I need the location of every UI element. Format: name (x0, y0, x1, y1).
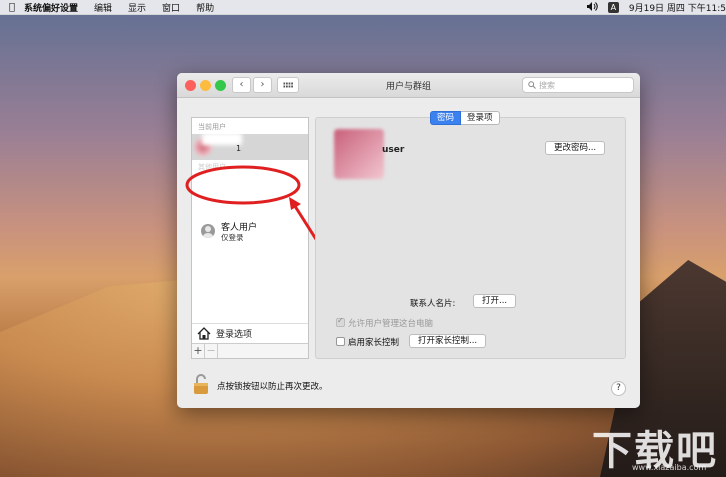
search-field[interactable] (522, 77, 634, 93)
help-button[interactable]: ? (611, 381, 626, 396)
current-user-row[interactable]: 1 (192, 133, 308, 160)
title-bar: ‹ › 用户与群组 (177, 73, 640, 98)
other-users-label: 其他用户 (198, 163, 226, 171)
detail-tabs: 密码 登录项 (430, 111, 500, 125)
guest-user-subtitle: 仅登录 (221, 233, 244, 242)
current-users-label: 当前用户 (198, 123, 226, 131)
allow-admin-checkbox[interactable] (336, 316, 345, 327)
add-user-button[interactable]: + (192, 344, 205, 358)
open-parental-controls-button[interactable]: 打开家长控制... (409, 334, 487, 348)
parental-controls-checkbox[interactable] (336, 337, 345, 346)
parental-controls-label: 启用家长控制 (348, 338, 400, 348)
guest-avatar-icon (201, 224, 215, 238)
menu-help[interactable]: 帮助 (196, 1, 214, 14)
search-input[interactable] (539, 80, 629, 90)
lock-icon[interactable] (193, 373, 209, 395)
window-footer: 点按锁按钮以防止再次更改。 ? (177, 368, 640, 408)
watermark-url: www.xiazaiba.com (632, 463, 707, 472)
tab-password[interactable]: 密码 (430, 111, 462, 125)
menu-clock[interactable]: 9月19日 周四 下午11:5 (629, 1, 726, 14)
user-list: 当前用户 1 其他用户 客人用户 仅登录 登录选项 + − (191, 117, 309, 359)
search-icon (528, 81, 536, 89)
allow-admin-label: 允许用户管理这台电脑 (348, 319, 434, 329)
menu-window[interactable]: 窗口 (162, 1, 180, 14)
lock-hint-text: 点按锁按钮以防止再次更改。 (217, 382, 328, 392)
menu-app-name[interactable]: 系统偏好设置 (24, 1, 78, 14)
house-icon (197, 327, 211, 340)
menu-bar:  系统偏好设置 编辑 显示 窗口 帮助 A 9月19日 周四 下午11:5 (0, 0, 726, 15)
menu-view[interactable]: 显示 (128, 1, 146, 14)
user-picture[interactable] (334, 129, 384, 179)
login-options-label: 登录选项 (216, 330, 253, 340)
menu-extras: A 9月19日 周四 下午11:5 (577, 0, 726, 15)
users-groups-window: ‹ › 用户与群组 当前用户 1 其他用户 客人用户 仅登录 登录选项 + − (177, 73, 640, 408)
remove-user-button[interactable]: − (205, 344, 218, 358)
volume-icon[interactable] (586, 1, 598, 14)
current-user-name: 1 (236, 144, 242, 153)
add-remove-bar: + − (192, 343, 308, 358)
tab-login-items[interactable]: 登录项 (461, 111, 500, 125)
apple-icon[interactable]:  (0, 2, 24, 13)
login-options-item[interactable]: 登录选项 (192, 323, 308, 343)
user-full-name: user (382, 145, 405, 155)
open-contact-button[interactable]: 打开... (473, 294, 517, 308)
menu-edit[interactable]: 编辑 (94, 1, 112, 14)
input-source-icon[interactable]: A (607, 2, 619, 13)
change-password-button[interactable]: 更改密码... (545, 141, 606, 155)
contact-card-label: 联系人名片: (410, 299, 456, 309)
guest-user-row[interactable]: 客人用户 仅登录 (192, 216, 308, 246)
